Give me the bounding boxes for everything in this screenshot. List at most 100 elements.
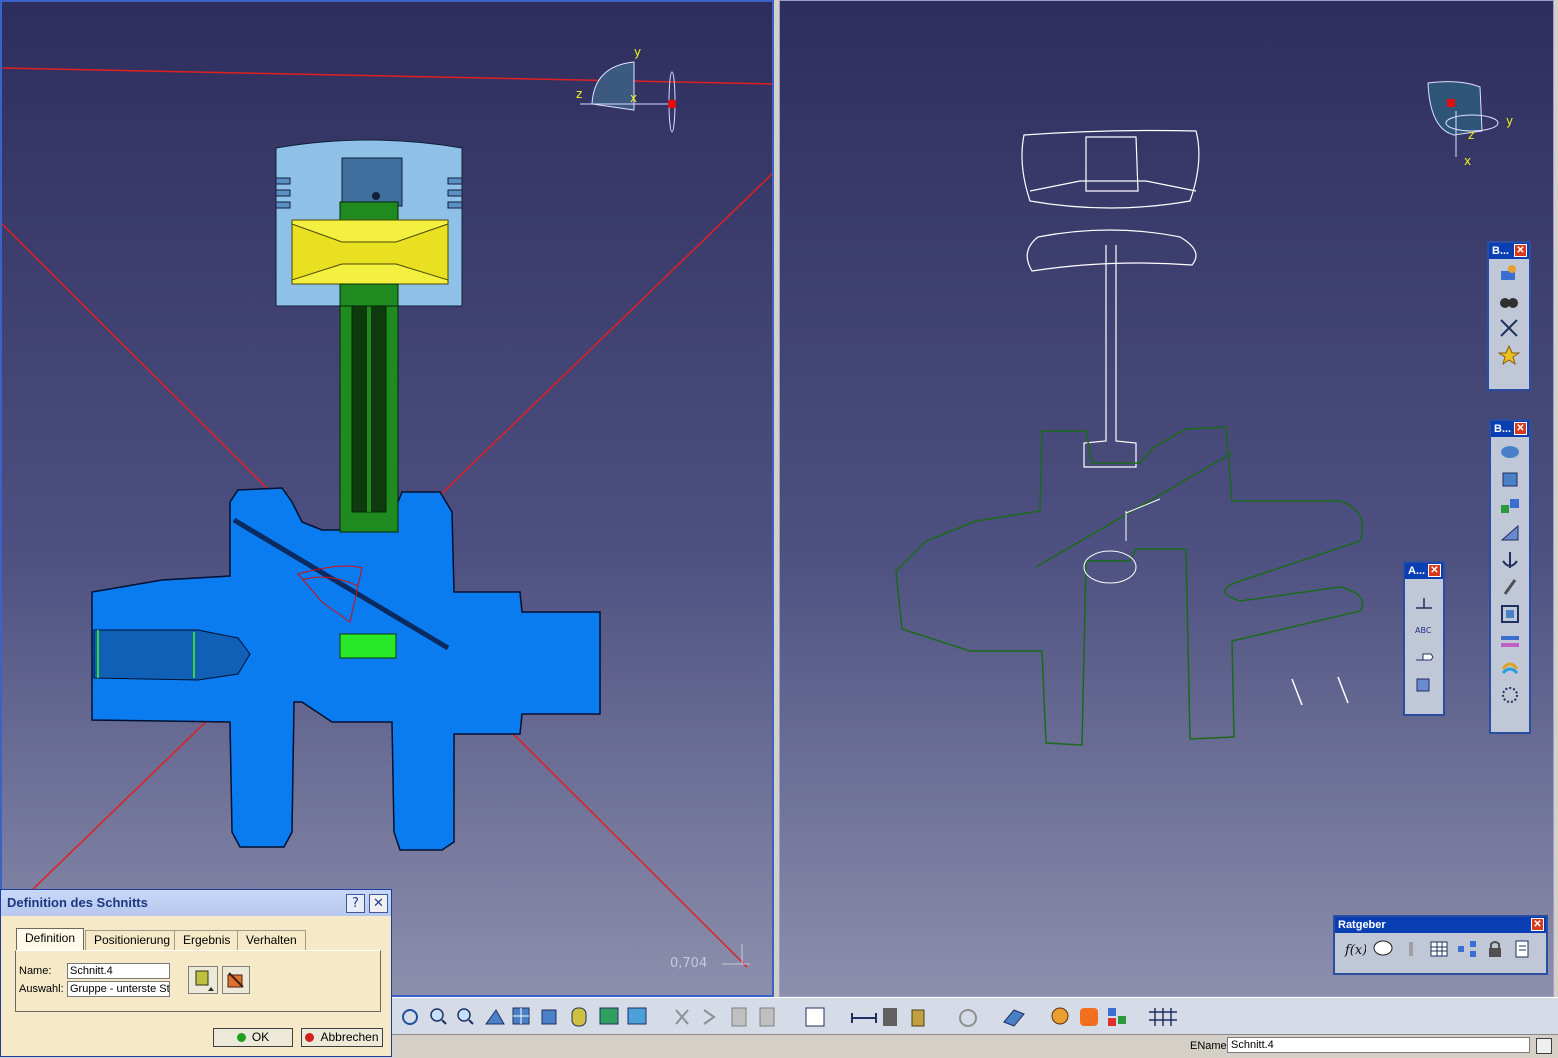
ename-input[interactable]: Schnitt.4 <box>1227 1037 1530 1053</box>
dimension-icon[interactable] <box>1412 591 1436 615</box>
edit-selection-icon[interactable] <box>222 966 250 994</box>
view-manager-icon[interactable] <box>1497 262 1521 286</box>
manipulate-icon <box>1051 1007 1069 1025</box>
rotate-icon[interactable] <box>1498 656 1522 680</box>
toolbar-a-title: A... <box>1408 565 1426 577</box>
bottom-toolbar <box>392 997 1558 1035</box>
toolbar-b1-title: B... <box>1492 245 1510 257</box>
zoom-out-icon <box>457 1008 474 1025</box>
auswahl-field[interactable]: Gruppe - unterste St <box>67 981 170 997</box>
tab-verhalten[interactable]: Verhalten <box>237 930 306 950</box>
catalog-icon <box>805 1007 825 1027</box>
publish-icon <box>731 1007 747 1027</box>
knowledge-icon[interactable] <box>1399 937 1423 961</box>
tab-ergebnis[interactable]: Ergebnis <box>174 930 240 950</box>
iso-view-icon <box>541 1009 557 1025</box>
piston-outline <box>1021 129 1200 468</box>
toolbar-b2-title: B... <box>1494 423 1512 435</box>
status-bar: EName Schnitt.4 <box>392 1034 1558 1058</box>
axis-x-right: x <box>1464 154 1471 168</box>
close-icon[interactable]: ✕ <box>1428 564 1441 577</box>
connecting-rod[interactable] <box>339 281 399 533</box>
journal-outline <box>1083 498 1161 584</box>
explode-bottom-icon <box>1108 1008 1126 1026</box>
name-field[interactable]: Schnitt.4 <box>67 963 170 979</box>
tab-positionierung[interactable]: Positionierung <box>85 930 180 950</box>
measure-item-icon <box>883 1008 897 1026</box>
star-settings-icon[interactable] <box>1497 343 1521 367</box>
comment-icon[interactable] <box>1371 937 1395 961</box>
cancel-button[interactable]: Abbrechen <box>301 1028 383 1047</box>
help-button[interactable]: ? <box>346 894 365 913</box>
link-icon[interactable] <box>1498 629 1522 653</box>
selection-mode-icon[interactable] <box>188 966 218 994</box>
close-icon[interactable]: ✕ <box>1531 918 1544 931</box>
multi-view-icon <box>512 1007 530 1025</box>
toolbar-b1[interactable]: B... ✕ <box>1487 241 1531 391</box>
toolbar-a[interactable]: A... ✕ ABC <box>1403 561 1445 716</box>
formula-icon[interactable]: f(x) <box>1343 937 1367 961</box>
compass-widget[interactable] <box>580 61 676 133</box>
ename-label: EName <box>1190 1040 1227 1052</box>
right-2d-viewport[interactable]: y z x B... ✕ B... ✕ A... ✕ ABC Ratgeber ✕ <box>779 0 1554 997</box>
part-group-icon[interactable] <box>1498 494 1522 518</box>
cancel-icon <box>305 1033 315 1042</box>
copy-icon <box>759 1007 775 1027</box>
crankshaft-outline <box>895 426 1364 746</box>
axis-z: z <box>576 87 582 101</box>
status-button[interactable] <box>1536 1038 1552 1054</box>
anchor-icon[interactable] <box>1498 548 1522 572</box>
tab-definition[interactable]: Definition <box>16 928 85 951</box>
clip-icon[interactable] <box>1498 575 1522 599</box>
cube-annotation-icon[interactable] <box>1412 672 1436 696</box>
swap-visible-icon <box>703 1009 716 1025</box>
measure-icon[interactable] <box>1498 521 1522 545</box>
rotate-view-icon <box>402 1009 418 1025</box>
axis-y-right: y <box>1506 114 1513 128</box>
left-3d-viewport[interactable]: y z x 0,704 <box>0 0 774 997</box>
abc-text-icon[interactable]: ABC <box>1412 618 1436 642</box>
axis-y: y <box>634 45 641 59</box>
grid-icon <box>1149 1008 1177 1026</box>
svg-text:ABC: ABC <box>1415 626 1432 635</box>
section-definition-dialog: Definition des Schnitts ? ✕ Definition P… <box>0 889 392 1057</box>
ok-icon <box>236 1033 246 1042</box>
box-icon[interactable] <box>1498 467 1522 491</box>
close-icon[interactable]: ✕ <box>1514 422 1527 435</box>
texture-icon <box>599 1007 619 1025</box>
axis-x: x <box>630 91 637 105</box>
mass-icon <box>911 1009 925 1027</box>
binoculars-icon[interactable] <box>1497 289 1521 313</box>
bottom-toolbar-icons <box>402 1007 1177 1027</box>
table-icon[interactable] <box>1427 937 1451 961</box>
close-button[interactable]: ✕ <box>369 894 388 913</box>
shading-icon <box>571 1007 587 1027</box>
toolbar-ratgeber[interactable]: Ratgeber ✕ f(x) <box>1333 915 1548 975</box>
close-icon[interactable]: ✕ <box>1514 244 1527 257</box>
auswahl-label: Auswahl: <box>19 983 64 995</box>
scale-value: 0,704 <box>670 956 708 971</box>
normal-view-icon <box>485 1009 505 1025</box>
book-icon <box>1003 1009 1025 1027</box>
fit-all-icon[interactable] <box>1497 316 1521 340</box>
image-icon <box>627 1007 647 1025</box>
ok-button[interactable]: OK <box>213 1028 293 1047</box>
axis-z-right: z <box>1468 128 1474 142</box>
update-icon <box>959 1009 977 1027</box>
compass-widget-right[interactable] <box>1427 81 1499 157</box>
dialog-title: Definition des Schnitts <box>7 895 148 910</box>
tree-icon[interactable] <box>1455 937 1479 961</box>
checklist-icon[interactable] <box>1511 937 1535 961</box>
lock-icon[interactable] <box>1483 937 1507 961</box>
section-icon[interactable] <box>1498 440 1522 464</box>
piston[interactable] <box>275 139 463 307</box>
bolt-markers <box>1291 676 1349 706</box>
name-label: Name: <box>19 965 52 977</box>
ok-label: OK <box>251 1030 270 1044</box>
explode-icon[interactable] <box>1498 683 1522 707</box>
assembly-section-view: y z x <box>2 45 772 968</box>
arrow-label-icon[interactable] <box>1412 645 1436 669</box>
toolbar-b2[interactable]: B... ✕ <box>1489 419 1531 734</box>
hide-show-icon <box>675 1009 689 1025</box>
view-box-icon[interactable] <box>1498 602 1522 626</box>
